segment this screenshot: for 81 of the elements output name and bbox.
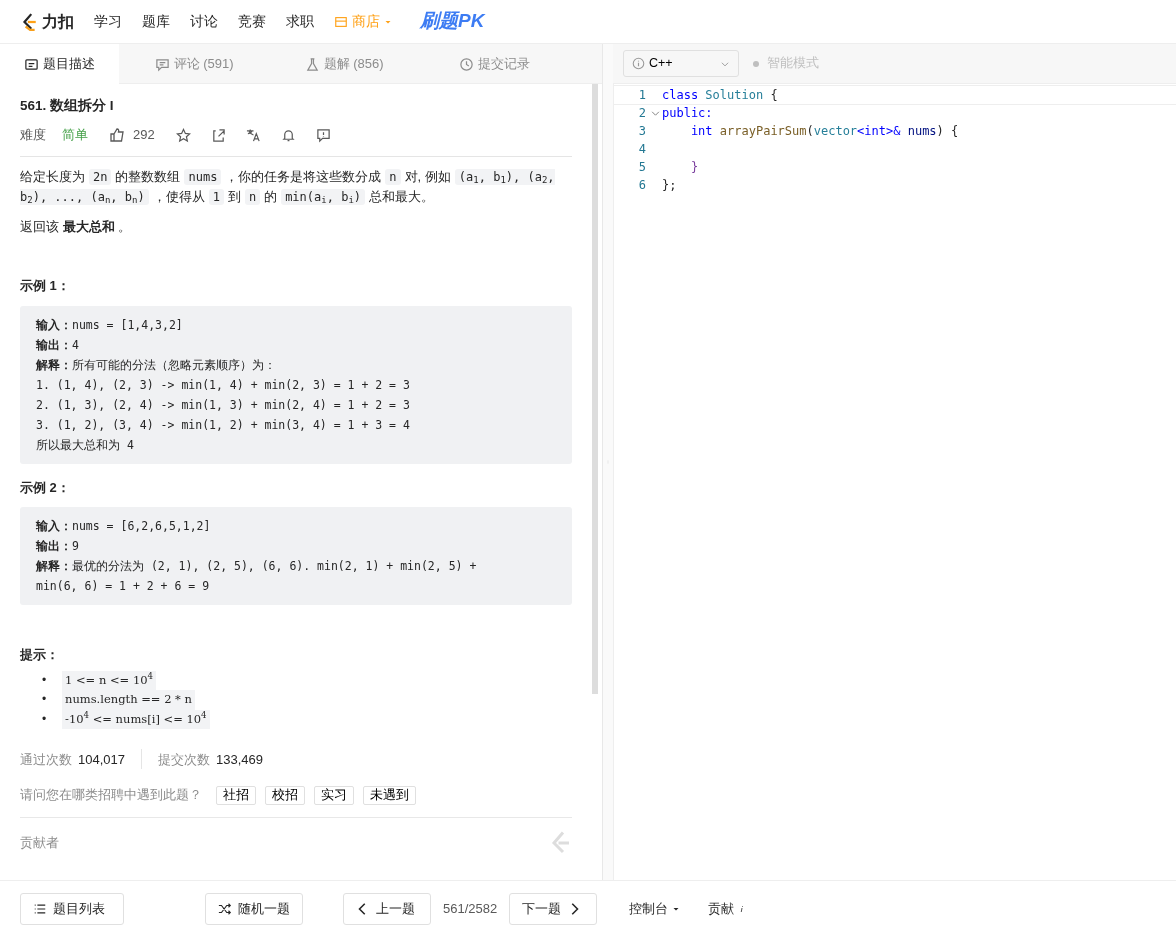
example-line: 3. (1, 2), (3, 4) -> min(1, 2) + min(3, 4) = 1 + 3 = 4 — [36, 416, 411, 434]
random-button[interactable]: 随机一题 — [205, 893, 303, 925]
problem-title: 561. 数组拆分 I — [20, 97, 115, 115]
code-editor[interactable]: 1 class Solution { 2 public: 3 int arrayPairSum(vector<int>& nums) { 4 5 } 6 }; — [613, 84, 1176, 880]
survey-option[interactable]: 实习 — [314, 785, 354, 805]
code-line: }; — [662, 177, 677, 194]
thumbs-up-icon — [109, 127, 125, 143]
info-icon — [632, 57, 645, 70]
logo-icon — [20, 11, 38, 32]
comment-icon — [154, 56, 170, 72]
stat-label: 提交次数 — [158, 750, 210, 769]
bell-icon[interactable] — [280, 127, 296, 143]
shuffle-icon — [218, 902, 232, 916]
nav-link[interactable]: 学习 — [94, 11, 122, 32]
scrollbar[interactable] — [592, 84, 598, 694]
problem-counter: 561/2582 — [443, 900, 498, 919]
example-line: 输出：4 — [36, 336, 80, 354]
nav-link[interactable]: 讨论 — [190, 11, 218, 32]
example-line: 输入：nums = [1,4,3,2] — [36, 316, 184, 334]
survey-question: 请问您在哪类招聘中遇到此题？ — [20, 786, 202, 805]
constraint-text: 1 <= n <= 10$^{4}$ — [62, 670, 156, 691]
stat-label: 通过次数 — [20, 750, 72, 769]
survey-option[interactable]: 未遇到 — [363, 785, 416, 805]
code-line: } — [689, 159, 699, 176]
code-line: int arrayPairSum(vector<int>& nums) { — [689, 123, 959, 140]
hints-heading: 提示： — [20, 646, 60, 665]
problem-description: 给定长度为 2n 的整数数组 nums ，你的任务是将这些数分成 n 对, 例如 (a$_{1}$, b$_{1}$), (a$_{2}$, b$_{2}$), ..., (a$_{n}$, b$_{n}$) ，使得从 1 到 n 的 min(a$_{i}$, b$_{i}$) 总和最大。 — [20, 167, 556, 207]
logo-text[interactable]: 力扣 — [42, 9, 74, 34]
share-icon[interactable] — [210, 127, 226, 143]
next-button[interactable]: 下一题 — [509, 893, 598, 925]
example-line: 所以最大总和为 4 — [36, 436, 135, 454]
line-number: 2 — [637, 105, 647, 122]
nav-link[interactable]: 竞赛 — [238, 11, 266, 32]
translate-icon[interactable] — [245, 127, 261, 143]
example-line: 输入：nums = [6,2,6,5,1,2] — [36, 518, 212, 536]
line-number: 1 — [637, 87, 647, 104]
document-icon — [24, 56, 39, 72]
example-line: 2. (1, 3), (2, 4) -> min(1, 3) + min(2, 4) = 1 + 2 = 3 — [36, 396, 411, 414]
constraint-text: -10$^{4}$ <= nums[i] <= 10$^{4}$ — [62, 709, 210, 730]
stat-value: 104,017 — [78, 750, 125, 769]
problem-list-button[interactable]: 题目列表 — [20, 893, 124, 925]
bullet: • — [42, 671, 48, 689]
clock-icon — [458, 56, 474, 72]
line-number: 6 — [637, 177, 647, 194]
example-line: 1. (1, 4), (2, 3) -> min(1, 4) + min(2, 3) = 1 + 2 = 3 — [36, 376, 411, 394]
language-select[interactable]: C++ — [623, 50, 739, 77]
return-text: 返回该 最大总和 。 — [20, 217, 133, 236]
code-line: class Solution { — [662, 87, 778, 104]
promo-logo[interactable]: 刷题PK — [420, 7, 485, 36]
store-icon — [334, 14, 348, 29]
difficulty-label: 难度 — [20, 126, 46, 145]
survey-option[interactable]: 校招 — [265, 785, 305, 805]
info-icon — [738, 903, 746, 915]
stat-value: 133,469 — [216, 750, 263, 769]
bullet: • — [42, 710, 48, 728]
line-number: 4 — [637, 141, 647, 158]
constraint-text: nums.length == 2 * n — [62, 690, 195, 710]
bullet: • — [42, 691, 48, 709]
difficulty-value: 简单 — [62, 126, 88, 145]
line-number: 5 — [637, 159, 647, 176]
survey-option[interactable]: 社招 — [216, 785, 256, 805]
feedback-icon[interactable] — [315, 127, 331, 143]
line-number: 3 — [637, 123, 647, 140]
nav-link[interactable]: 题库 — [142, 11, 170, 32]
contributors-label: 贡献者 — [20, 834, 59, 852]
flask-icon — [304, 56, 320, 72]
caret-icon — [672, 905, 680, 913]
list-icon — [33, 902, 47, 916]
contribute-button[interactable]: 贡献 — [702, 898, 752, 920]
example-line: 输出：9 — [36, 538, 80, 556]
example-line: 解释：所有可能的分法（忽略元素顺序）为： — [36, 356, 277, 374]
code-line: public: — [662, 105, 713, 122]
example-heading: 示例 1： — [20, 277, 71, 296]
tab[interactable]: 题目描述 — [0, 44, 119, 84]
like-button[interactable]: 292 — [108, 124, 156, 146]
nav-link[interactable]: 求职 — [286, 11, 314, 32]
console-button[interactable]: 控制台 — [623, 898, 686, 920]
example-line: 解释：最优的分法为 (2, 1), (2, 5), (6, 6). min(2, 1) + min(2, 5) + min(6, 6) = 1 + 2 + 6 = 9 — [36, 558, 478, 596]
star-icon[interactable] — [175, 127, 191, 143]
example-heading: 示例 2： — [20, 478, 71, 497]
previous-button[interactable]: 上一题 — [343, 893, 431, 925]
